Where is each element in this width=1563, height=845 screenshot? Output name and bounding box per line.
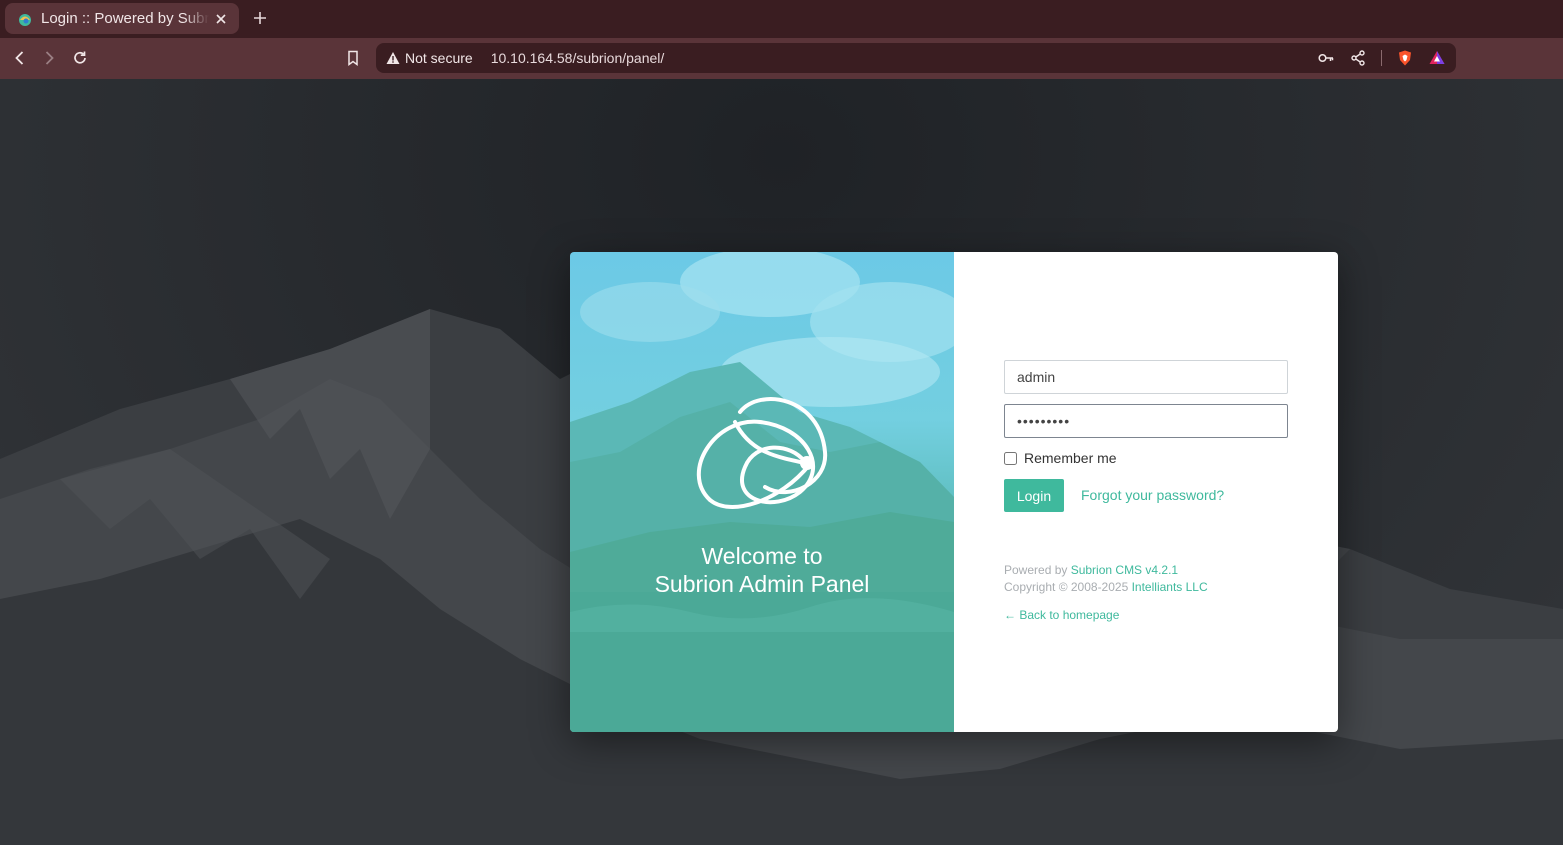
brave-shield-icon[interactable] (1396, 49, 1414, 67)
plus-icon[interactable] (251, 9, 269, 27)
forgot-password-link[interactable]: Forgot your password? (1081, 487, 1224, 503)
forward-icon[interactable] (40, 49, 58, 67)
welcome-line-2: Subrion Admin Panel (654, 571, 870, 597)
remember-me-checkbox[interactable] (1004, 451, 1017, 465)
page-viewport: Welcome to Subrion Admin Panel Remember … (0, 79, 1563, 845)
username-input[interactable] (1004, 360, 1288, 394)
back-to-homepage-link[interactable]: ← Back to homepage (1004, 608, 1119, 622)
reload-icon[interactable] (71, 49, 89, 67)
login-button[interactable]: Login (1004, 479, 1064, 512)
url-text[interactable]: 10.10.164.58/subrion/panel/ (491, 50, 1317, 66)
share-icon[interactable] (1349, 49, 1367, 67)
browser-tab[interactable]: Login :: Powered by Subrion CMS (5, 3, 239, 34)
intelliants-link[interactable]: Intelliants LLC (1132, 580, 1208, 594)
tab-title: Login :: Powered by Subrion CMS (41, 10, 209, 27)
warning-icon[interactable] (386, 51, 400, 65)
browser-toolbar: Not secure 10.10.164.58/subrion/panel/ (0, 38, 1563, 79)
security-status[interactable]: Not secure (405, 50, 473, 66)
password-input[interactable] (1004, 404, 1288, 438)
remember-me-label[interactable]: Remember me (1004, 450, 1117, 466)
tab-bar: Login :: Powered by Subrion CMS (0, 0, 1563, 38)
subrion-cms-link[interactable]: Subrion CMS v4.2.1 (1071, 563, 1178, 577)
footer-meta: Powered by Subrion CMS v4.2.1 Copyright … (1004, 562, 1208, 596)
login-card: Welcome to Subrion Admin Panel Remember … (570, 252, 1338, 732)
welcome-panel: Welcome to Subrion Admin Panel (570, 252, 954, 732)
subrion-logo (696, 397, 828, 509)
welcome-line-1: Welcome to (701, 543, 823, 569)
copyright-line: Copyright © 2008-2025 Intelliants LLC (1004, 579, 1208, 596)
address-bar[interactable]: Not secure 10.10.164.58/subrion/panel/ (376, 43, 1456, 73)
key-icon[interactable] (1317, 49, 1335, 67)
welcome-heading: Welcome to Subrion Admin Panel (570, 542, 954, 598)
address-bar-actions (1317, 49, 1446, 67)
copyright-prefix: Copyright © 2008-2025 (1004, 580, 1132, 594)
brave-rewards-icon[interactable] (1428, 49, 1446, 67)
site-favicon-icon (19, 13, 31, 26)
powered-by-line: Powered by Subrion CMS v4.2.1 (1004, 562, 1208, 579)
bookmark-icon[interactable] (344, 49, 362, 67)
toolbar-separator (1381, 50, 1382, 66)
remember-me-text: Remember me (1024, 450, 1117, 466)
login-form-panel: Remember me Login Forgot your password? … (954, 252, 1338, 732)
back-icon[interactable] (11, 49, 29, 67)
close-icon[interactable] (213, 11, 229, 27)
powered-by-prefix: Powered by (1004, 563, 1071, 577)
